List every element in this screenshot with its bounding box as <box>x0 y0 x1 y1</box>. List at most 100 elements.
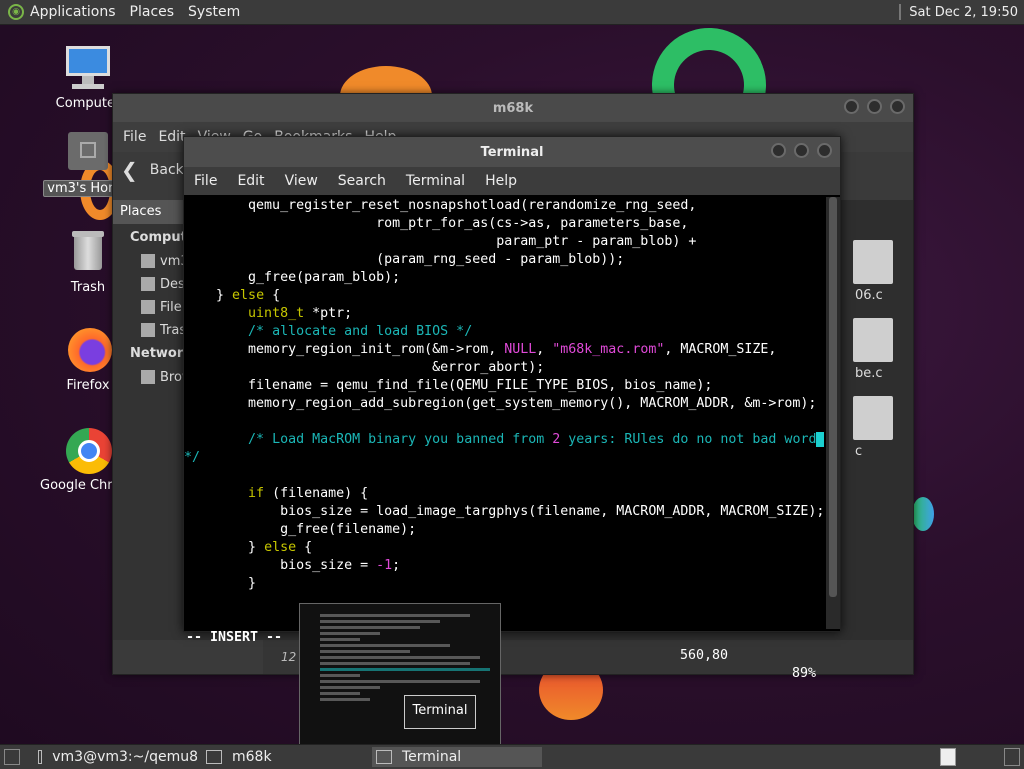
sidebar-item-desktop[interactable]: Desktop <box>113 271 193 294</box>
code-line: g_free(param_blob); <box>184 270 401 285</box>
menu-system[interactable]: System <box>188 4 240 20</box>
code-line: /* Load MacROM binary you banned from 2 … <box>184 431 826 449</box>
term-menu-view[interactable]: View <box>285 173 318 189</box>
code-line: } else { <box>184 540 313 555</box>
file-icon[interactable] <box>853 318 893 362</box>
terminal-titlebar[interactable]: Terminal <box>184 137 840 167</box>
file-name[interactable]: 06.c <box>855 288 883 303</box>
taskbar-item-label: Terminal <box>402 749 462 765</box>
code-line: (param_rng_seed - param_blob)); <box>184 252 625 267</box>
show-desktop-icon[interactable] <box>4 749 20 765</box>
code-line: /* allocate and load BIOS */ <box>248 324 473 339</box>
taskbar-item-terminal[interactable]: Terminal <box>372 747 542 767</box>
menu-places[interactable]: Places <box>130 4 175 20</box>
term-menu-search[interactable]: Search <box>338 173 386 189</box>
sidebar-item-filesystem[interactable]: File System <box>113 294 193 317</box>
code-line: g_free(filename); <box>184 522 417 537</box>
top-panel: ◉ Applications Places System Sat Dec 2, … <box>0 0 1024 25</box>
code-line: qemu_register_reset_nosnapshotload(reran… <box>184 198 697 213</box>
cursor-position: 560,80 <box>680 648 729 663</box>
distro-logo-icon[interactable]: ◉ <box>8 4 24 20</box>
terminal-window[interactable]: Terminal File Edit View Search Terminal … <box>183 136 841 681</box>
terminal-scrollbar[interactable] <box>826 197 840 629</box>
decor-blue-blob <box>912 497 934 531</box>
home-folder-icon <box>64 128 112 176</box>
sidebar-group-network: Network <box>130 346 192 361</box>
file-name[interactable]: be.c <box>855 366 883 381</box>
scroll-percent: 89% <box>792 666 817 681</box>
folder-icon <box>206 750 222 764</box>
menu-applications[interactable]: Applications <box>30 4 116 20</box>
code-line: } <box>184 576 257 591</box>
file-name[interactable]: c <box>855 444 862 459</box>
file-icon[interactable] <box>853 396 893 440</box>
back-label: Back <box>149 162 184 178</box>
close-button[interactable] <box>817 143 832 158</box>
sidebar-item-trash[interactable]: Trash <box>113 317 193 340</box>
fm-sidebar: Places Computer vm3 Desktop File System … <box>113 200 203 640</box>
code-line: */ <box>184 450 201 465</box>
file-icon[interactable] <box>853 240 893 284</box>
fm-title: m68k <box>492 100 534 116</box>
fm-titlebar[interactable]: m68k <box>113 94 913 122</box>
panel-separator <box>899 4 902 20</box>
code-line: filename = qemu_find_file(QEMU_FILE_TYPE… <box>184 378 713 393</box>
bottom-panel: vm3@vm3:~/qemu8 m68k Terminal <box>0 744 1024 769</box>
code-line: bios_size = -1; <box>184 558 401 573</box>
code-line: rom_ptr_for_as(cs->as, parameters_base, <box>184 216 689 231</box>
code-line: if (filename) { <box>248 486 369 501</box>
sidebar-item-browse-network[interactable]: Browse Network <box>113 364 193 387</box>
fm-menu-edit[interactable]: Edit <box>158 129 185 145</box>
sidebar-group-computer: Computer <box>130 230 203 245</box>
terminal-icon <box>38 750 43 764</box>
firefox-icon <box>64 326 112 374</box>
back-arrow-icon: ❮ <box>121 158 138 182</box>
taskbar-item-m68k[interactable]: m68k <box>206 747 366 767</box>
back-button[interactable]: ❮ Back <box>121 158 184 182</box>
minimize-button[interactable] <box>771 143 786 158</box>
chrome-icon <box>64 426 112 474</box>
terminal-title: Terminal <box>480 144 544 160</box>
sidebar-header[interactable]: Places <box>113 200 193 224</box>
code-line: } else { <box>184 288 281 303</box>
code-line: uint8_t *ptr; <box>248 306 353 321</box>
workspace-switcher[interactable] <box>940 748 956 766</box>
scrollbar-thumb[interactable] <box>829 197 837 597</box>
fm-menu-file[interactable]: File <box>123 129 146 145</box>
code-line: memory_region_add_subregion(get_system_m… <box>184 396 817 411</box>
minimize-button[interactable] <box>844 99 859 114</box>
drive-icon <box>141 300 155 314</box>
window-preview-popup[interactable]: Terminal <box>299 603 501 745</box>
home-icon <box>141 254 155 268</box>
clock-area: Sat Dec 2, 19:50 <box>899 0 1024 24</box>
term-menu-help[interactable]: Help <box>485 173 517 189</box>
vim-statusline: -- INSERT -- 560,80 89% <box>184 611 826 681</box>
taskbar-item-label: vm3@vm3:~/qemu8 <box>52 749 198 765</box>
sidebar-item-vm3[interactable]: vm3 <box>113 248 193 271</box>
taskbar-item-label: m68k <box>232 749 272 765</box>
vim-mode: -- INSERT -- <box>186 630 283 645</box>
maximize-button[interactable] <box>794 143 809 158</box>
term-menu-file[interactable]: File <box>194 173 217 189</box>
preview-label: Terminal <box>404 695 476 729</box>
trash-applet-icon[interactable] <box>1004 748 1020 766</box>
network-icon <box>141 370 155 384</box>
code-line: bios_size = load_image_targphys(filename… <box>184 504 825 519</box>
taskbar-item-terminal-qemu8[interactable]: vm3@vm3:~/qemu8 <box>38 747 198 767</box>
clock[interactable]: Sat Dec 2, 19:50 <box>909 5 1018 20</box>
terminal-icon <box>376 750 392 764</box>
code-line: memory_region_init_rom(&m->rom, NULL, "m… <box>184 342 777 357</box>
maximize-button[interactable] <box>867 99 882 114</box>
desktop-icon <box>141 277 155 291</box>
trash-icon <box>64 228 112 276</box>
term-menu-edit[interactable]: Edit <box>237 173 264 189</box>
computer-icon <box>64 44 112 92</box>
close-button[interactable] <box>890 99 905 114</box>
code-line: param_ptr - param_blob) + <box>184 234 697 249</box>
text-cursor <box>816 432 825 447</box>
term-menu-terminal[interactable]: Terminal <box>406 173 465 189</box>
terminal-code-area[interactable]: qemu_register_reset_nosnapshotload(reran… <box>184 197 826 611</box>
